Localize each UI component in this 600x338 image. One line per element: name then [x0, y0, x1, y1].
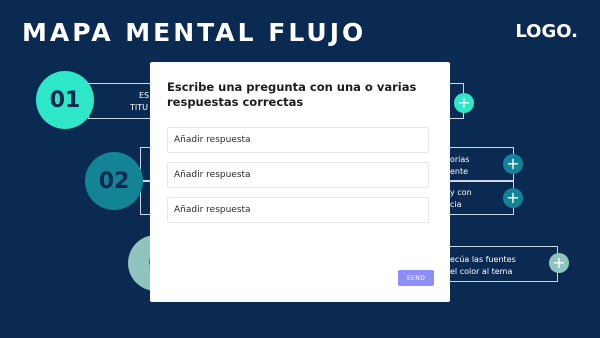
- step-2a-add-icon[interactable]: +: [503, 154, 523, 174]
- step-2-text-b: y con cia: [450, 188, 472, 209]
- logo: LOGO.: [515, 21, 578, 42]
- question-modal: Escribe una pregunta con una o varias re…: [150, 62, 450, 302]
- step-2b-add-icon[interactable]: +: [503, 188, 523, 208]
- page-title: MAPA MENTAL FLUJO: [22, 18, 367, 47]
- step-3-add-icon[interactable]: +: [549, 253, 569, 273]
- step-2-circle: 02: [85, 152, 143, 210]
- step-3-text: ecúa las fuentes el color al tema: [450, 255, 516, 276]
- modal-title: Escribe una pregunta con una o varias re…: [167, 80, 417, 109]
- step-1-circle: 01: [36, 71, 94, 129]
- step-2-text-a: orias ente: [450, 155, 470, 176]
- answer-field-2[interactable]: [167, 162, 429, 188]
- answer-field-3[interactable]: [167, 197, 429, 223]
- step-1-text-line: TITU: [130, 103, 148, 112]
- step-1-text-line: ES: [139, 91, 150, 100]
- answer-field-1[interactable]: [167, 127, 429, 153]
- step-1-text: ES TITU: [118, 90, 150, 114]
- send-button[interactable]: SEND: [398, 270, 434, 286]
- step-1-add-icon[interactable]: +: [454, 93, 474, 113]
